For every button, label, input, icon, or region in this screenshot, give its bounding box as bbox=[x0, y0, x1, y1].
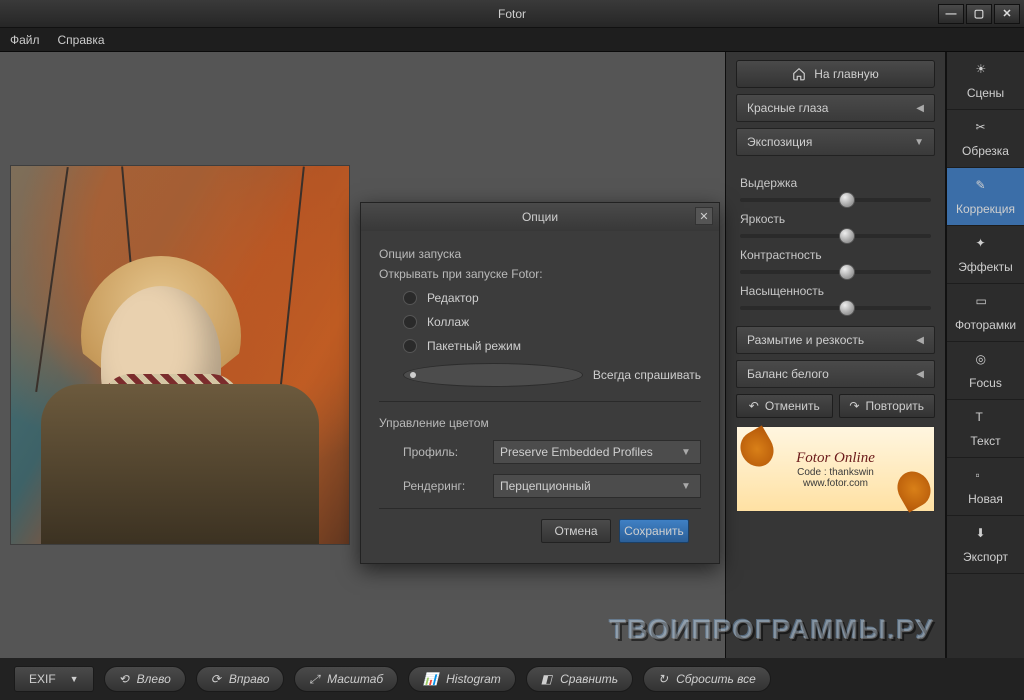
opt-collage[interactable]: Коллаж bbox=[403, 315, 701, 329]
vtab-scenes[interactable]: ☀Сцены bbox=[947, 52, 1024, 110]
vtab-export[interactable]: ⬇Экспорт bbox=[947, 516, 1024, 574]
page-icon: ▫ bbox=[976, 468, 996, 488]
slider-saturation-label: Насыщенность bbox=[740, 284, 931, 298]
chevron-down-icon: ▼ bbox=[678, 475, 694, 497]
accordion-redeye[interactable]: Красные глаза◀ bbox=[736, 94, 935, 122]
triangle-left-icon: ◀ bbox=[916, 335, 924, 346]
dialog-titlebar[interactable]: Опции ✕ bbox=[361, 203, 719, 231]
launch-section-title: Опции запуска bbox=[379, 247, 701, 261]
pencil-icon: ✎ bbox=[976, 178, 996, 198]
slider-exposure[interactable] bbox=[740, 198, 931, 202]
preview-image bbox=[10, 165, 350, 545]
slider-brightness[interactable] bbox=[740, 234, 931, 238]
home-icon bbox=[792, 67, 806, 81]
cancel-button[interactable]: Отмена bbox=[541, 519, 611, 543]
slider-contrast-label: Контрастность bbox=[740, 248, 931, 262]
target-icon: ◎ bbox=[976, 352, 996, 372]
minimize-button[interactable]: — bbox=[938, 4, 964, 24]
profile-label: Профиль: bbox=[403, 445, 483, 459]
slider-saturation[interactable] bbox=[740, 306, 931, 310]
canvas-area: Опции ✕ Опции запуска Открывать при запу… bbox=[0, 52, 726, 658]
triangle-left-icon: ◀ bbox=[916, 103, 924, 114]
close-button[interactable]: ✕ bbox=[994, 4, 1020, 24]
rendering-select[interactable]: Перцепционный▼ bbox=[493, 474, 701, 498]
text-icon: T bbox=[976, 410, 996, 430]
chevron-down-icon: ▼ bbox=[678, 441, 694, 463]
triangle-left-icon: ◀ bbox=[916, 369, 924, 380]
triangle-down-icon: ▼ bbox=[914, 137, 924, 148]
rotate-left-icon: ⟲ bbox=[119, 672, 129, 686]
undo-icon: ↶ bbox=[749, 399, 759, 413]
opt-batch[interactable]: Пакетный режим bbox=[403, 339, 701, 353]
compare-button[interactable]: ◧Сравнить bbox=[526, 666, 633, 692]
redo-icon: ↷ bbox=[849, 399, 859, 413]
frame-icon: ▭ bbox=[976, 294, 996, 314]
menu-bar: Файл Справка bbox=[0, 28, 1024, 52]
dialog-close-icon[interactable]: ✕ bbox=[695, 207, 713, 225]
dialog-title: Опции bbox=[522, 210, 558, 224]
app-title: Fotor bbox=[498, 7, 526, 21]
promo-banner[interactable]: Fotor Online Code : thankswin www.fotor.… bbox=[736, 426, 935, 512]
footer-toolbar: EXIF▼ ⟲Влево ⟳Вправо ⤢Масштаб 📊Histogram… bbox=[0, 658, 1024, 700]
opt-editor[interactable]: Редактор bbox=[403, 291, 701, 305]
rotate-right-icon: ⟳ bbox=[211, 672, 221, 686]
sun-icon: ☀ bbox=[976, 62, 996, 82]
vertical-tabs: ☀Сцены ✂Обрезка ✎Коррекция ✦Эффекты ▭Фот… bbox=[946, 52, 1024, 658]
exif-button[interactable]: EXIF▼ bbox=[14, 666, 94, 692]
accordion-wb[interactable]: Баланс белого◀ bbox=[736, 360, 935, 388]
rotate-right-button[interactable]: ⟳Вправо bbox=[196, 666, 285, 692]
vtab-frames[interactable]: ▭Фоторамки bbox=[947, 284, 1024, 342]
crop-icon: ✂ bbox=[976, 120, 996, 140]
rendering-label: Рендеринг: bbox=[403, 479, 483, 493]
color-section-title: Управление цветом bbox=[379, 416, 701, 430]
slider-contrast[interactable] bbox=[740, 270, 931, 274]
opt-ask[interactable]: Всегда спрашивать bbox=[403, 363, 701, 387]
menu-help[interactable]: Справка bbox=[58, 33, 105, 47]
vtab-correction[interactable]: ✎Коррекция bbox=[947, 168, 1024, 226]
menu-file[interactable]: Файл bbox=[10, 33, 40, 47]
vtab-text[interactable]: TТекст bbox=[947, 400, 1024, 458]
histogram-icon: 📊 bbox=[423, 672, 438, 686]
options-dialog: Опции ✕ Опции запуска Открывать при запу… bbox=[360, 202, 720, 564]
slider-brightness-label: Яркость bbox=[740, 212, 931, 226]
right-panel: На главную Красные глаза◀ Экспозиция▼ Вы… bbox=[726, 52, 946, 658]
redo-button[interactable]: ↷Повторить bbox=[839, 394, 936, 418]
slider-exposure-label: Выдержка bbox=[740, 176, 931, 190]
scale-icon: ⤢ bbox=[309, 672, 319, 687]
profile-select[interactable]: Preserve Embedded Profiles▼ bbox=[493, 440, 701, 464]
chevron-down-icon: ▼ bbox=[70, 674, 79, 684]
vtab-new[interactable]: ▫Новая bbox=[947, 458, 1024, 516]
save-button[interactable]: Сохранить bbox=[619, 519, 689, 543]
accordion-exposure[interactable]: Экспозиция▼ bbox=[736, 128, 935, 156]
vtab-focus[interactable]: ◎Focus bbox=[947, 342, 1024, 400]
rotate-left-button[interactable]: ⟲Влево bbox=[104, 666, 186, 692]
launch-section-sub: Открывать при запуске Fotor: bbox=[379, 267, 701, 281]
sparkle-icon: ✦ bbox=[976, 236, 996, 256]
histogram-button[interactable]: 📊Histogram bbox=[408, 666, 516, 692]
accordion-blur[interactable]: Размытие и резкость◀ bbox=[736, 326, 935, 354]
home-button[interactable]: На главную bbox=[736, 60, 935, 88]
reset-button[interactable]: ↻Сбросить все bbox=[643, 666, 771, 692]
reset-icon: ↻ bbox=[658, 672, 668, 686]
undo-button[interactable]: ↶Отменить bbox=[736, 394, 833, 418]
maximize-button[interactable]: ▢ bbox=[966, 4, 992, 24]
scale-button[interactable]: ⤢Масштаб bbox=[294, 666, 398, 692]
window-titlebar: Fotor — ▢ ✕ bbox=[0, 0, 1024, 28]
vtab-effects[interactable]: ✦Эффекты bbox=[947, 226, 1024, 284]
download-icon: ⬇ bbox=[976, 526, 996, 546]
vtab-crop[interactable]: ✂Обрезка bbox=[947, 110, 1024, 168]
compare-icon: ◧ bbox=[541, 672, 552, 686]
